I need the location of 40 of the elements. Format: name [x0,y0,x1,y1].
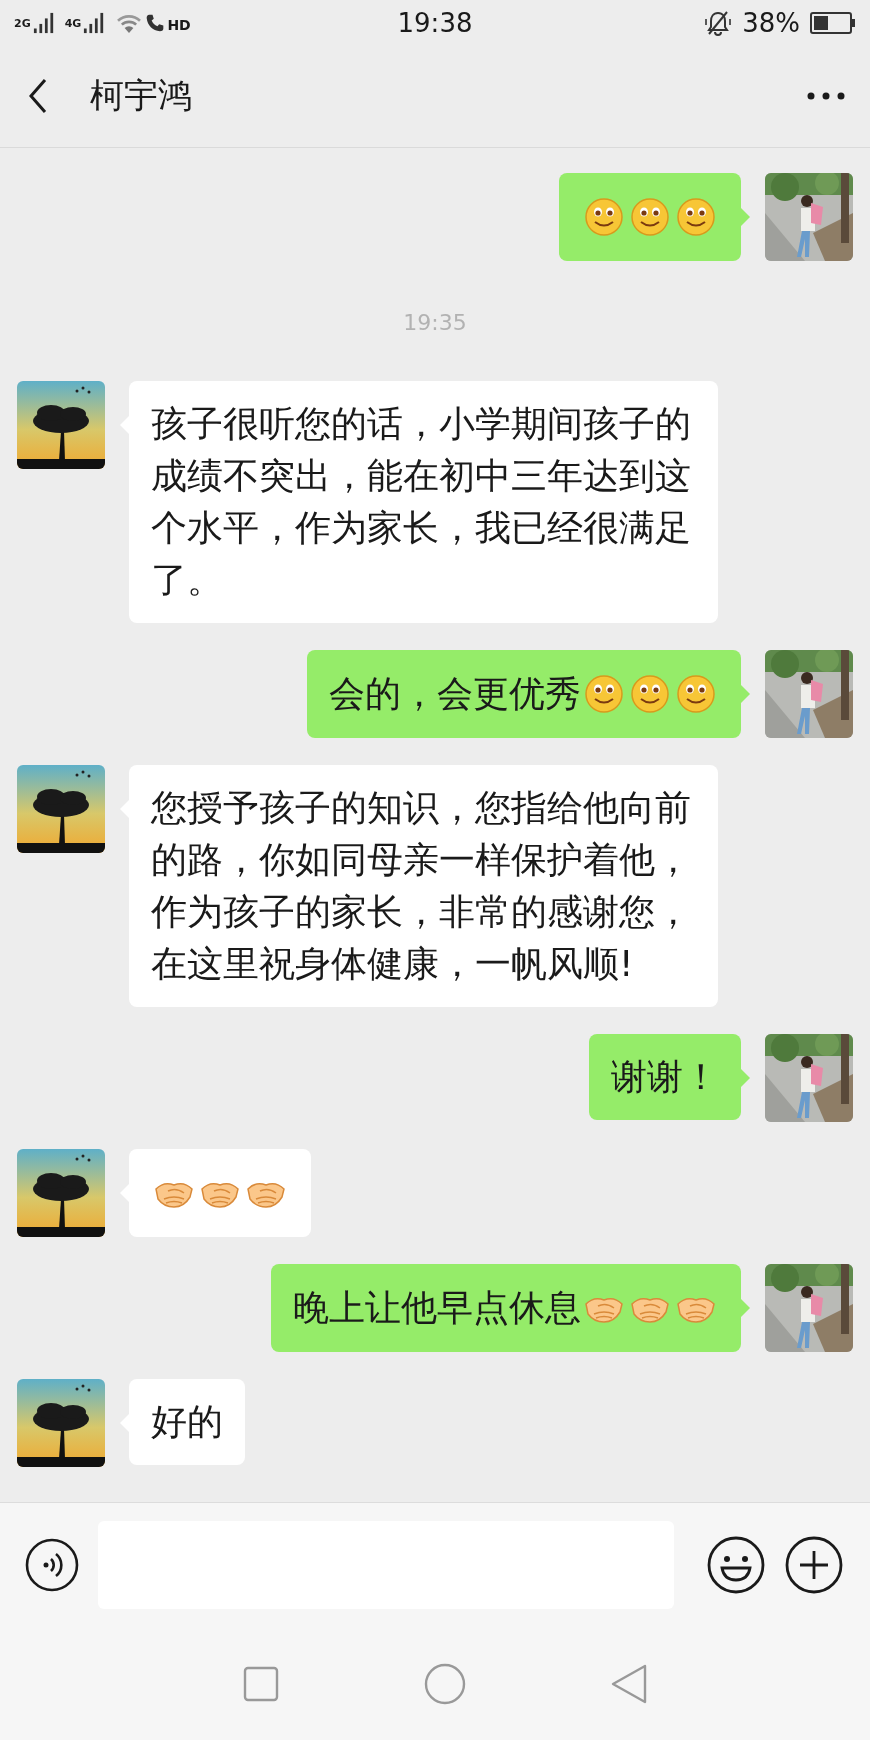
network-label: 2G [14,16,31,30]
home-button[interactable] [423,1661,467,1706]
message-bubble[interactable]: 孩子很听您的话，小学期间孩子的成绩不突出，能在初中三年达到这个水平，作为家长，我已经很满足了。 [129,381,718,623]
bubble-tail [741,1069,750,1087]
signal-icon [32,10,55,35]
timestamp: 19:35 [403,309,467,337]
message-text: 好的 [151,1400,223,1444]
emoji-button[interactable] [706,1535,766,1595]
smiley-icon [676,674,716,714]
bubble-tail [741,685,750,703]
smiley-icon [630,674,670,714]
message-text: 晚上让他早点休息 [293,1286,581,1330]
chat-title: 柯宇鸿 [90,74,193,117]
smiley-icon [676,197,716,237]
message-text: 会的，会更优秀 [329,672,581,716]
message-text: 孩子很听您的话，小学期间孩子的成绩不突出，能在初中三年达到这个水平，作为家长，我已经很满足了。 [151,402,692,602]
bubble-tail [741,208,750,226]
back-button[interactable] [28,78,48,114]
message-text: 谢谢！ [611,1055,719,1099]
add-button[interactable] [784,1535,844,1595]
smiley-icon [584,197,624,237]
message-bubble[interactable]: 晚上让他早点休息 [271,1264,741,1352]
network-label: 4G [64,16,82,30]
battery-icon [810,11,856,34]
message-bubble[interactable] [129,1149,311,1237]
voice-button[interactable] [24,1537,80,1593]
message-bubble[interactable]: 会的，会更优秀 [307,650,741,738]
smiley-icon [584,674,624,714]
hd-label: HD [167,16,191,33]
smiley-icon [630,197,670,237]
muted-bell-icon [704,9,733,36]
battery-percent: 38% [742,7,800,38]
message-bubble[interactable]: 好的 [129,1379,245,1465]
message-text: 您授予孩子的知识，您指给他向前的路，你如同母亲一样保护着他，作为孩子的家长，非常的感谢您，在这里祝身体健康，一帆风顺! [151,786,692,986]
more-button[interactable] [806,91,846,101]
message-bubble[interactable]: 谢谢！ [589,1034,741,1120]
bubble-tail [741,1299,750,1317]
message-bubble[interactable]: 您授予孩子的知识，您指给他向前的路，你如同母亲一样保护着他，作为孩子的家长，非常的感谢您，在这里祝身体健康，一帆风顺! [129,765,718,1007]
clock-time: 19:38 [397,7,473,38]
signal-icon [83,10,106,35]
